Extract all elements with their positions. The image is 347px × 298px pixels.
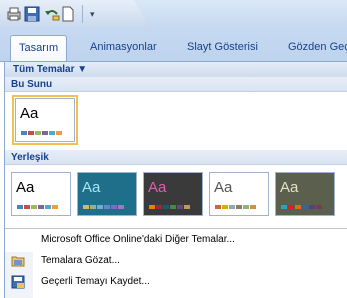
theme-sample-text: Aa xyxy=(16,179,35,196)
color-swatch xyxy=(243,205,249,209)
theme-thumbnail-concourse-theme-4[interactable]: Aa xyxy=(275,172,335,216)
color-swatch xyxy=(111,205,117,209)
theme-sample-text: Aa xyxy=(148,179,167,196)
tab-animations[interactable]: Animasyonlar xyxy=(90,35,157,61)
color-swatch xyxy=(288,205,294,209)
tab-slide-show[interactable]: Slayt Gösterisi xyxy=(187,35,258,61)
color-swatch xyxy=(97,205,103,209)
themes-gallery: Tüm Temalar ▼ Bu Sunu Aa Yerleşik Aa Aa Aa… xyxy=(4,62,347,298)
save-theme-icon xyxy=(11,275,25,289)
more-themes-label: Microsoft Office Online'daki Diğer Temal… xyxy=(41,234,235,245)
color-swatch xyxy=(250,205,256,209)
color-swatch xyxy=(90,205,96,209)
folder-icon xyxy=(11,254,25,268)
new-document-icon[interactable] xyxy=(60,6,76,22)
color-swatch xyxy=(49,131,55,135)
color-swatch xyxy=(28,131,34,135)
theme-color-swatches xyxy=(83,205,124,209)
color-swatch xyxy=(83,205,89,209)
print-preview-icon[interactable] xyxy=(6,6,22,22)
theme-sample-text: Aa xyxy=(20,105,39,122)
more-themes-online-item[interactable]: Microsoft Office Online'daki Diğer Temal… xyxy=(5,230,347,250)
theme-sample-text: Aa xyxy=(214,179,233,196)
color-swatch xyxy=(229,205,235,209)
theme-thumbnail-aspect-theme-2[interactable]: Aa xyxy=(143,172,203,216)
color-swatch xyxy=(156,205,162,209)
theme-thumbnail-office-theme-0[interactable]: Aa xyxy=(11,172,71,216)
theme-color-swatches xyxy=(17,205,58,209)
menu-separator xyxy=(5,228,347,229)
color-swatch xyxy=(184,205,190,209)
color-swatch xyxy=(149,205,155,209)
color-swatch xyxy=(38,205,44,209)
save-current-theme-item[interactable]: Geçerli Temayı Kaydet... xyxy=(5,272,347,292)
theme-thumbnail-office-theme[interactable]: Aa xyxy=(12,95,78,145)
theme-color-swatches xyxy=(21,131,62,135)
color-swatch xyxy=(56,131,62,135)
color-swatch xyxy=(31,205,37,209)
color-swatch xyxy=(35,131,41,135)
color-swatch xyxy=(170,205,176,209)
color-swatch xyxy=(118,205,124,209)
color-swatch xyxy=(215,205,221,209)
color-swatch xyxy=(302,205,308,209)
theme-color-swatches xyxy=(215,205,256,209)
theme-thumbnail-apex-theme-1[interactable]: Aa xyxy=(77,172,137,216)
save-theme-label: Geçerli Temayı Kaydet... xyxy=(41,276,150,287)
customize-dropdown-icon[interactable]: ▾ xyxy=(90,9,95,20)
color-swatch xyxy=(281,205,287,209)
theme-color-swatches xyxy=(149,205,190,209)
color-swatch xyxy=(21,131,27,135)
color-swatch xyxy=(24,205,30,209)
color-swatch xyxy=(42,131,48,135)
color-swatch xyxy=(104,205,110,209)
undo-icon[interactable] xyxy=(44,6,60,22)
color-swatch xyxy=(222,205,228,209)
tab-design[interactable]: Tasarım xyxy=(10,35,68,61)
color-swatch xyxy=(45,205,51,209)
color-swatch xyxy=(163,205,169,209)
section-built-in: Yerleşik xyxy=(5,150,347,165)
theme-sample-text: Aa xyxy=(280,179,299,196)
theme-sample-text: Aa xyxy=(82,179,101,196)
color-swatch xyxy=(295,205,301,209)
toolbar-separator xyxy=(82,5,83,23)
browse-themes-label: Temalara Gözat... xyxy=(41,255,120,266)
save-icon[interactable] xyxy=(24,6,40,22)
theme-color-swatches xyxy=(281,205,322,209)
section-this-presentation: Bu Sunu xyxy=(5,77,347,92)
color-swatch xyxy=(309,205,315,209)
ribbon-tabs: Tasarım Animasyonlar Slayt Gösterisi Göz… xyxy=(0,27,347,62)
color-swatch xyxy=(316,205,322,209)
tab-review[interactable]: Gözden Geç xyxy=(288,35,347,61)
color-swatch xyxy=(236,205,242,209)
theme-thumbnail-civic-theme-3[interactable]: Aa xyxy=(209,172,269,216)
color-swatch xyxy=(17,205,23,209)
all-themes-filter[interactable]: Tüm Temalar ▼ xyxy=(5,62,347,77)
color-swatch xyxy=(177,205,183,209)
quick-access-toolbar: ▾ xyxy=(0,0,347,27)
browse-themes-item[interactable]: Temalara Gözat... xyxy=(5,251,347,271)
color-swatch xyxy=(52,205,58,209)
